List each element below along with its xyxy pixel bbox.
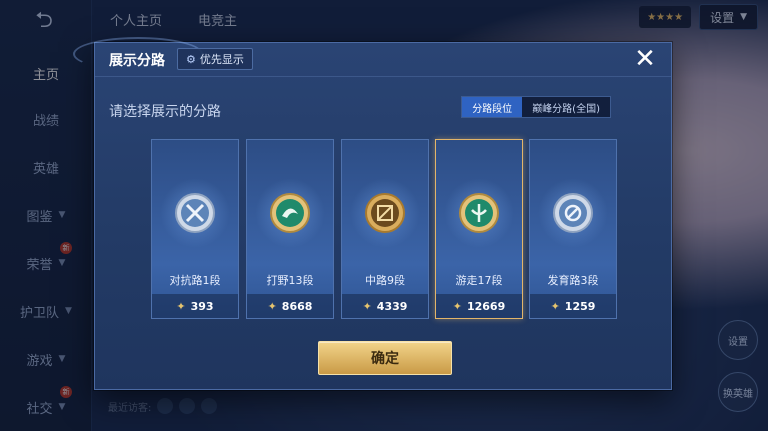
score-icon: ✦ [550, 299, 560, 313]
tab-lane-rank[interactable]: 分路段位 [462, 97, 523, 117]
lane-label: 对抗路1段 [169, 274, 221, 287]
adc-emblem-icon [552, 192, 594, 234]
roam-emblem-icon [458, 192, 500, 234]
score-icon: ✦ [176, 299, 186, 313]
lane-label: 中路9段 [365, 274, 405, 287]
dialog-subtitle: 请选择展示的分路 [109, 104, 221, 120]
lane-score: ✦ 8668 [247, 294, 333, 318]
lane-score-value: 8668 [281, 299, 313, 313]
lane-display-dialog: 展示分路 ⚙ 优先显示 ✕ 请选择展示的分路 分路段位 巅峰分路(全国) 对抗路… [73, 37, 672, 390]
lane-card-roam[interactable]: 游走17段 ✦ 12669 [435, 139, 523, 319]
mid-emblem-icon [364, 192, 406, 234]
lane-label: 打野13段 [266, 274, 314, 287]
priority-display-button[interactable]: ⚙ 优先显示 [177, 48, 253, 70]
lane-score-value: 393 [190, 299, 214, 313]
lane-label: 发育路3段 [547, 274, 599, 287]
lane-score-value: 4339 [376, 299, 408, 313]
lane-score-value: 12669 [466, 299, 506, 313]
score-icon: ✦ [452, 299, 462, 313]
dialog-title: 展示分路 [109, 53, 165, 69]
lane-card-top[interactable]: 对抗路1段 ✦ 393 [151, 139, 239, 319]
tab-peak-lane[interactable]: 巅峰分路(全国) [522, 97, 610, 117]
lane-label: 游走17段 [455, 274, 503, 287]
lane-score: ✦ 12669 [436, 294, 522, 318]
score-icon: ✦ [267, 299, 277, 313]
jungle-emblem-icon [269, 192, 311, 234]
dialog-header: 展示分路 ⚙ 优先显示 ✕ [73, 37, 671, 77]
lane-card-mid[interactable]: 中路9段 ✦ 4339 [341, 139, 429, 319]
lane-card-adc[interactable]: 发育路3段 ✦ 1259 [529, 139, 617, 319]
lane-card-jungle[interactable]: 打野13段 ✦ 8668 [246, 139, 334, 319]
priority-display-label: 优先显示 [199, 53, 244, 66]
lane-score: ✦ 1259 [530, 294, 616, 318]
lane-score-value: 1259 [564, 299, 596, 313]
gear-icon: ⚙ [186, 52, 196, 66]
lane-score: ✦ 4339 [342, 294, 428, 318]
lane-cards: 对抗路1段 ✦ 393 打野13段 ✦ 8668 中路9段 ✦ 4339 游走1… [151, 139, 621, 319]
lane-score: ✦ 393 [152, 294, 238, 318]
confirm-button[interactable]: 确定 [318, 341, 452, 375]
sword-emblem-icon [174, 192, 216, 234]
segment-switch: 分路段位 巅峰分路(全国) [461, 96, 611, 118]
score-icon: ✦ [362, 299, 372, 313]
close-icon[interactable]: ✕ [631, 45, 659, 73]
